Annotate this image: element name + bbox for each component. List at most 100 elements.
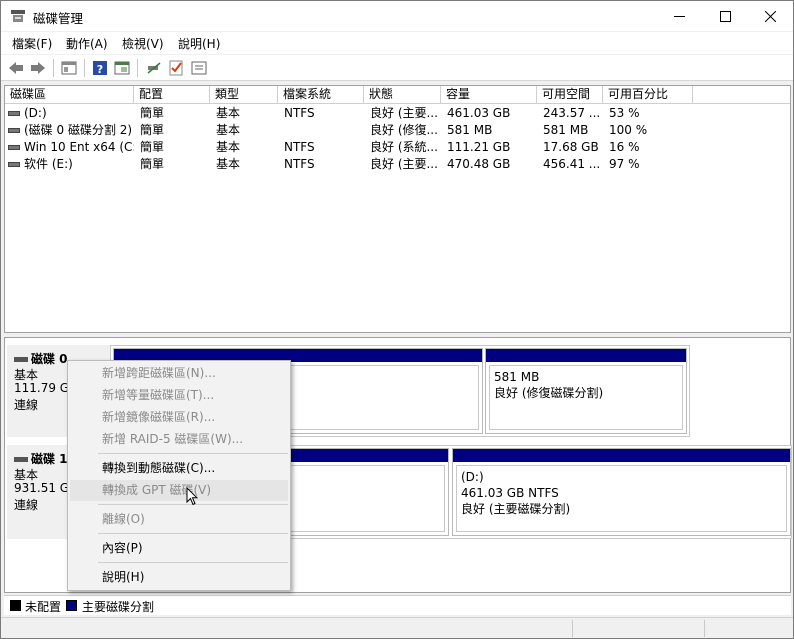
partition-status: 良好 (修復磁碟分割) [494, 386, 604, 400]
cell-layout: 簡單 [140, 157, 165, 171]
close-button[interactable] [747, 1, 793, 31]
column-header-free-space[interactable]: 可用空間 [537, 86, 603, 104]
menu-item-new-striped-volume[interactable]: 新增等量磁碟區(T)... [70, 385, 288, 406]
cell-layout: 簡單 [140, 123, 165, 137]
status-separator [572, 620, 573, 637]
cell-free-space: 17.68 GB [543, 140, 599, 154]
menu-separator [98, 533, 288, 534]
disk-0-partition-2[interactable]: 581 MB 良好 (修復磁碟分割) [485, 348, 687, 434]
column-header-status[interactable]: 狀態 [364, 86, 441, 104]
cell-capacity: 581 MB [447, 123, 493, 137]
disk-management-app-icon [11, 10, 25, 22]
properties-icon[interactable] [113, 59, 131, 77]
cell-percent-free: 16 % [609, 140, 640, 154]
menu-item-convert-to-gpt[interactable]: 轉換成 GPT 磁碟(V) [70, 480, 288, 501]
cell-layout: 簡單 [140, 106, 165, 120]
table-row[interactable]: 软件 (E:) 簡單 基本 NTFS 良好 (主要... 470.48 GB 4… [5, 156, 790, 173]
column-header-filesystem[interactable]: 檔案系統 [278, 86, 364, 104]
column-header-capacity[interactable]: 容量 [441, 86, 537, 104]
help-icon[interactable]: ? [91, 59, 109, 77]
menu-item-properties[interactable]: 內容(P) [70, 538, 288, 559]
console-tree-icon[interactable] [60, 59, 78, 77]
partition-name: (D:) [461, 470, 484, 484]
disk-1-title: 磁碟 1 [31, 452, 68, 466]
cell-filesystem: NTFS [284, 106, 315, 120]
toolbar-separator [84, 59, 85, 77]
cell-percent-free: 97 % [609, 157, 640, 171]
mouse-cursor-icon [186, 487, 198, 506]
table-row[interactable]: (磁碟 0 磁碟分割 2) 簡單 基本 良好 (修復... 581 MB 581… [5, 122, 790, 139]
cell-percent-free: 53 % [609, 106, 640, 120]
menu-separator [98, 562, 288, 563]
table-row[interactable]: Win 10 Ent x64 (C:) 簡單 基本 NTFS 良好 (系統...… [5, 139, 790, 156]
forward-arrow-icon[interactable] [29, 59, 47, 77]
cell-capacity: 470.48 GB [447, 157, 511, 171]
cell-layout: 簡單 [140, 140, 165, 154]
disk-0-title: 磁碟 0 [31, 352, 68, 366]
connect-icon[interactable] [145, 59, 163, 77]
svg-text:?: ? [97, 63, 103, 76]
cell-capacity: 111.21 GB [447, 140, 511, 154]
cell-status: 良好 (系統... [370, 140, 438, 154]
disk-context-menu: 新增跨距磁碟區(N)... 新增等量磁碟區(T)... 新增鏡像磁碟區(R)..… [67, 360, 291, 591]
menu-view[interactable]: 檢視(V) [122, 35, 164, 52]
toolbar-separator [137, 59, 138, 77]
cell-type: 基本 [216, 157, 241, 171]
menu-bar: 檔案(F) 動作(A) 檢視(V) 說明(H) [1, 32, 793, 54]
menu-item-new-mirrored-volume[interactable]: 新增鏡像磁碟區(R)... [70, 407, 288, 428]
volume-list: 磁碟區 配置 類型 檔案系統 狀態 容量 可用空間 可用百分比 (D:) 簡單 … [4, 85, 791, 333]
checklist-icon[interactable] [167, 59, 185, 77]
cell-filesystem: NTFS [284, 157, 315, 171]
cell-volume: (磁碟 0 磁碟分割 2) [24, 123, 133, 137]
toolbar-separator [53, 59, 54, 77]
column-header-type[interactable]: 類型 [210, 86, 278, 104]
primary-partition-bar [486, 349, 686, 362]
cell-free-space: 243.57 ... [543, 106, 601, 120]
cell-status: 良好 (修復... [370, 123, 438, 137]
partition-status: 良好 (主要磁碟分割) [461, 502, 571, 516]
column-header-percent-free[interactable]: 可用百分比 [603, 86, 693, 104]
column-header-layout[interactable]: 配置 [134, 86, 210, 104]
legend-unallocated-label: 未配置 [25, 600, 62, 614]
maximize-icon [719, 10, 731, 22]
maximize-button[interactable] [702, 1, 748, 31]
volume-icon [8, 128, 20, 133]
volume-icon [8, 145, 20, 150]
menu-file[interactable]: 檔案(F) [12, 35, 52, 52]
cell-status: 良好 (主要... [370, 157, 438, 171]
cell-free-space: 456.41 ... [543, 157, 601, 171]
menu-help[interactable]: 說明(H) [178, 35, 220, 52]
cell-volume: 软件 (E:) [24, 157, 73, 171]
disk-0-status: 連線 [14, 398, 39, 412]
minimize-icon [673, 15, 685, 17]
menu-item-offline[interactable]: 離線(O) [70, 509, 288, 530]
cell-volume: (D:) [24, 106, 47, 120]
disk-1-partition-2[interactable]: (D:) 461.03 GB NTFS 良好 (主要磁碟分割) [452, 448, 791, 536]
primary-partition-bar [453, 449, 790, 462]
disk-1-status: 連線 [14, 498, 39, 512]
volume-icon [8, 162, 20, 167]
title-bar: 磁碟管理 [1, 1, 793, 31]
cell-free-space: 581 MB [543, 123, 589, 137]
column-header-volume[interactable]: 磁碟區 [5, 86, 134, 104]
cell-type: 基本 [216, 140, 241, 154]
menu-item-help[interactable]: 說明(H) [70, 567, 288, 588]
menu-item-new-raid5-volume[interactable]: 新增 RAID-5 磁碟區(W)... [70, 429, 288, 450]
column-header-filler [693, 86, 790, 104]
close-icon [764, 10, 776, 22]
minimize-button[interactable] [656, 1, 702, 31]
menu-item-convert-to-dynamic[interactable]: 轉換到動態磁碟(C)... [70, 458, 288, 479]
disk-icon [14, 457, 28, 462]
cell-filesystem: NTFS [284, 140, 315, 154]
cell-type: 基本 [216, 123, 241, 137]
table-row[interactable]: (D:) 簡單 基本 NTFS 良好 (主要... 461.03 GB 243.… [5, 105, 790, 122]
legend-primary-swatch [66, 600, 77, 611]
window-title: 磁碟管理 [33, 11, 84, 26]
menu-action[interactable]: 動作(A) [66, 35, 108, 52]
cell-capacity: 461.03 GB [447, 106, 511, 120]
back-arrow-icon[interactable] [7, 59, 25, 77]
menu-item-new-spanned-volume[interactable]: 新增跨距磁碟區(N)... [70, 363, 288, 384]
rescan-icon[interactable] [190, 59, 208, 77]
cell-percent-free: 100 % [609, 123, 648, 137]
partition-size: 581 MB [494, 370, 540, 384]
